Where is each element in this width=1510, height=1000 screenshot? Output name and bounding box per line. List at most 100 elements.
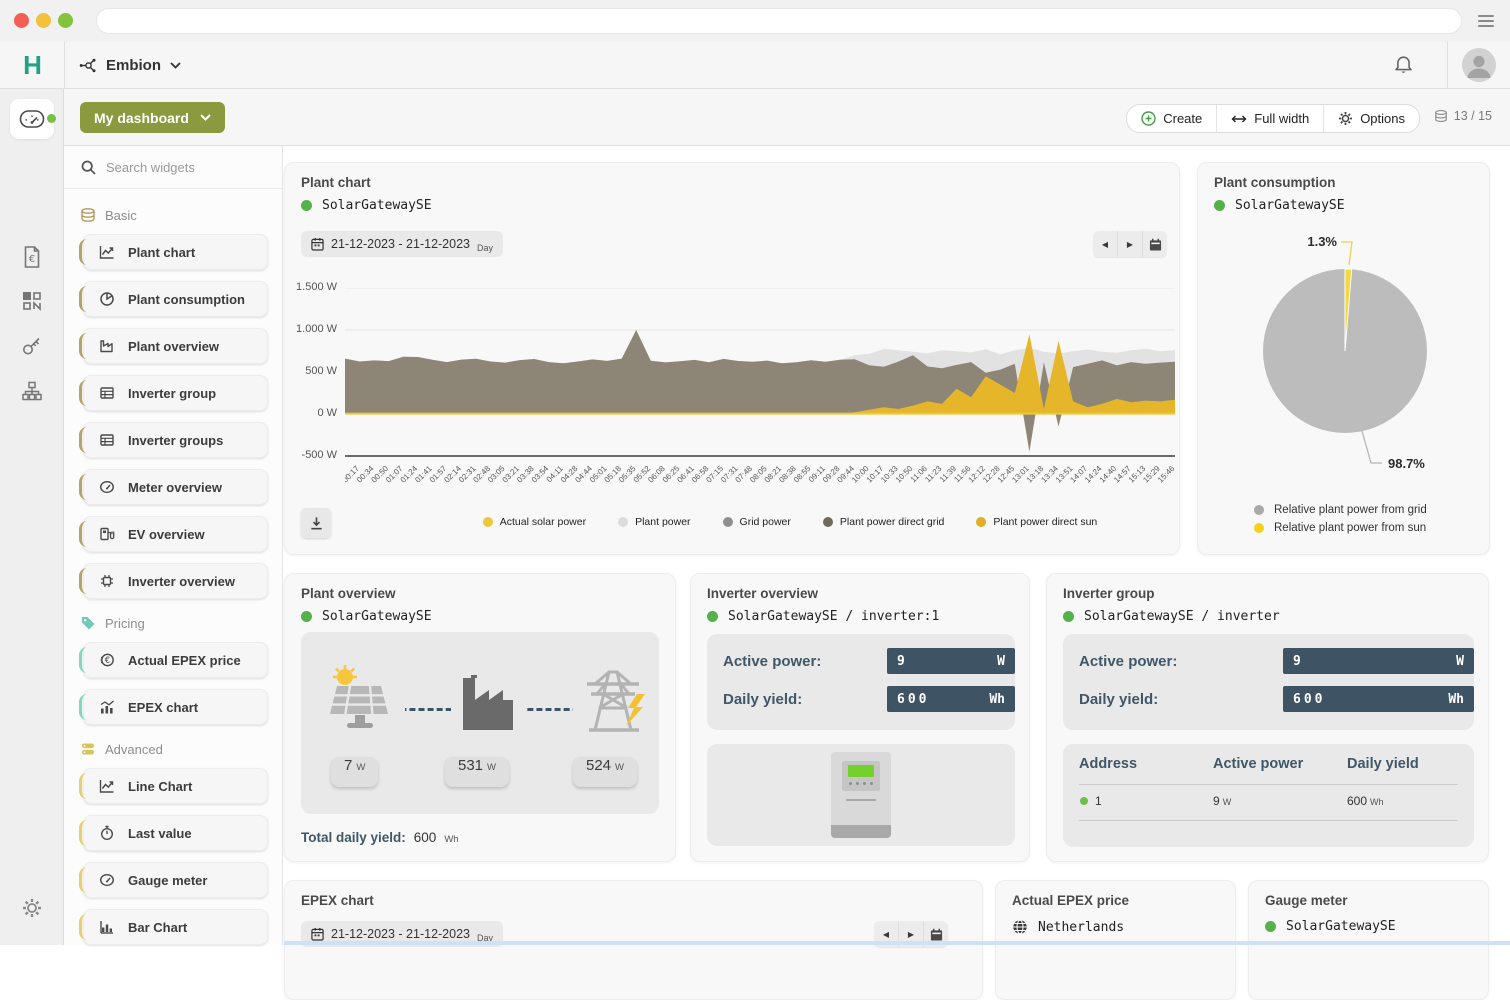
rail-item-access-keys[interactable] <box>0 335 63 357</box>
drag-accent <box>79 773 89 799</box>
table-header-active-power: Active power <box>1213 756 1303 772</box>
app-logo[interactable]: H <box>0 42 65 88</box>
sidebar-item-gauge-meter[interactable]: Gauge meter <box>83 862 268 898</box>
sidebar-item-meter-overview[interactable]: Meter overview <box>83 469 268 505</box>
status-dot <box>1265 921 1276 932</box>
legend-item-plant-power-direct-grid[interactable]: Plant power direct grid <box>823 516 944 528</box>
cell-daily-yield: 600Wh <box>1347 794 1384 808</box>
svg-text:€: € <box>105 656 110 666</box>
legend-item-grid-power[interactable]: Grid power <box>723 516 791 528</box>
sidebar-item-bar-chart[interactable]: Bar Chart <box>83 909 268 945</box>
org-name: Embion <box>106 57 161 74</box>
date-range-picker[interactable]: 21-12-2023 - 21-12-2023 Day <box>301 231 503 257</box>
legend-item-plant-power[interactable]: Plant power <box>618 516 690 528</box>
traffic-light-zoom[interactable] <box>58 13 73 28</box>
download-button[interactable] <box>301 508 331 538</box>
sidebar-item-inverter-overview[interactable]: Inverter overview <box>83 563 268 599</box>
rail-item-sites[interactable] <box>0 380 63 402</box>
sidebar-item-plant-chart[interactable]: Plant chart <box>83 234 268 270</box>
sidebar-item-actual-epex-price[interactable]: € Actual EPEX price <box>83 642 268 678</box>
globe-icon <box>1012 919 1028 935</box>
chevron-down-icon <box>170 62 181 69</box>
widget-count-label: 13 / 15 <box>1454 109 1492 123</box>
stat-unit: Wh <box>989 692 1005 707</box>
region-row: Netherlands <box>1012 919 1124 935</box>
search-icon <box>81 160 96 175</box>
stat-unit: Wh <box>1448 692 1464 707</box>
drag-accent <box>79 427 89 453</box>
dashboard-selector-label: My dashboard <box>94 110 189 126</box>
legend-label: Plant power direct grid <box>840 516 944 528</box>
section-header-basic: Basic <box>80 207 266 223</box>
calendar-button[interactable] <box>1142 231 1167 257</box>
line-chart-icon <box>99 244 115 260</box>
dashboard-active-dot <box>47 114 56 123</box>
pie-legend-item-relative-plant-power-from-grid[interactable]: Relative plant power from grid <box>1254 504 1427 516</box>
traffic-light-minimize[interactable] <box>36 13 51 28</box>
ev-icon <box>99 526 115 542</box>
stat-label: Active power: <box>723 653 821 670</box>
url-bar[interactable] <box>96 8 1462 34</box>
rail-item-settings[interactable] <box>0 897 63 919</box>
db-icon <box>80 741 96 757</box>
plant-chart-plot: 00:0000:1700:3400:5001:0701:2401:4101:57… <box>345 288 1179 503</box>
stats-panel: Active power:9WDaily yield:600Wh <box>1063 634 1474 730</box>
user-avatar[interactable] <box>1447 42 1510 88</box>
rail-item-modules[interactable] <box>0 290 63 312</box>
sidebar-item-inverter-group[interactable]: Inverter group <box>83 375 268 411</box>
widget-item-label: Actual EPEX price <box>128 653 241 668</box>
solar-panel-icon <box>319 664 405 738</box>
legend-item-plant-power-direct-sun[interactable]: Plant power direct sun <box>976 516 1097 528</box>
sidebar-item-ev-overview[interactable]: EV overview <box>83 516 268 552</box>
stat-row-active-power-: Active power:9W <box>1079 648 1458 674</box>
section-label: Advanced <box>105 742 163 757</box>
org-switcher[interactable]: Embion <box>78 42 181 88</box>
stack-icon <box>1434 109 1448 123</box>
device-name: SolarGatewaySE / inverter <box>1084 609 1280 624</box>
sidebar-item-epex-chart[interactable]: EPEX chart <box>83 689 268 725</box>
legend-label: Relative plant power from sun <box>1274 522 1426 534</box>
widget-search[interactable]: Search widgets <box>64 146 282 189</box>
full-width-icon <box>1231 114 1247 124</box>
full-width-button[interactable]: Full width <box>1216 105 1323 132</box>
calendar-icon <box>311 237 324 251</box>
device-row: SolarGatewaySE <box>301 198 432 213</box>
sidebar-item-line-chart[interactable]: Line Chart <box>83 768 268 804</box>
factory-icon <box>99 338 115 354</box>
factory-icon <box>451 672 525 732</box>
browser-menu-icon[interactable] <box>1478 15 1494 30</box>
stat-value-bar: 600Wh <box>887 686 1015 712</box>
pie-legend-item-relative-plant-power-from-sun[interactable]: Relative plant power from sun <box>1254 522 1427 534</box>
section-label: Pricing <box>105 616 145 631</box>
dashboard-selector-button[interactable]: My dashboard <box>80 102 225 133</box>
device-name: SolarGatewaySE <box>1286 919 1396 934</box>
widget-item-label: Bar Chart <box>128 920 187 935</box>
prev-period-button[interactable]: ◀ <box>1093 231 1117 257</box>
next-period-button[interactable]: ▶ <box>1117 231 1142 257</box>
clock-icon <box>99 825 115 841</box>
table-icon <box>99 432 115 448</box>
widget-list: Basic Plant chart Plant consumption Plant o… <box>64 189 282 945</box>
stat-value-bar: 600Wh <box>1283 686 1474 712</box>
stat-row-daily-yield-: Daily yield:600Wh <box>723 686 999 712</box>
drag-accent <box>79 694 89 720</box>
notifications-bell-icon[interactable] <box>1393 54 1414 76</box>
legend-label: Relative plant power from grid <box>1274 504 1427 516</box>
cell-active-power: 9W <box>1213 794 1231 808</box>
svg-text:€: € <box>28 254 34 265</box>
options-button[interactable]: Options <box>1323 105 1419 132</box>
device-row: SolarGatewaySE <box>1265 919 1396 934</box>
sidebar-item-plant-overview[interactable]: Plant overview <box>83 328 268 364</box>
widget-item-label: Inverter groups <box>128 433 223 448</box>
legend-item-actual-solar-power[interactable]: Actual solar power <box>483 516 586 528</box>
widget-epex-chart: EPEX chart 21-12-2023 - 21-12-2023 Day ◀… <box>284 880 983 1000</box>
stats-panel: Active power:9WDaily yield:600Wh <box>707 634 1015 730</box>
widget-title: Gauge meter <box>1265 893 1348 908</box>
legend-label: Actual solar power <box>500 516 586 528</box>
create-button[interactable]: Create <box>1127 105 1216 132</box>
traffic-light-close[interactable] <box>14 13 29 28</box>
sidebar-item-last-value[interactable]: Last value <box>83 815 268 851</box>
rail-item-invoices[interactable]: € <box>0 245 63 269</box>
sidebar-item-inverter-groups[interactable]: Inverter groups <box>83 422 268 458</box>
sidebar-item-plant-consumption[interactable]: Plant consumption <box>83 281 268 317</box>
